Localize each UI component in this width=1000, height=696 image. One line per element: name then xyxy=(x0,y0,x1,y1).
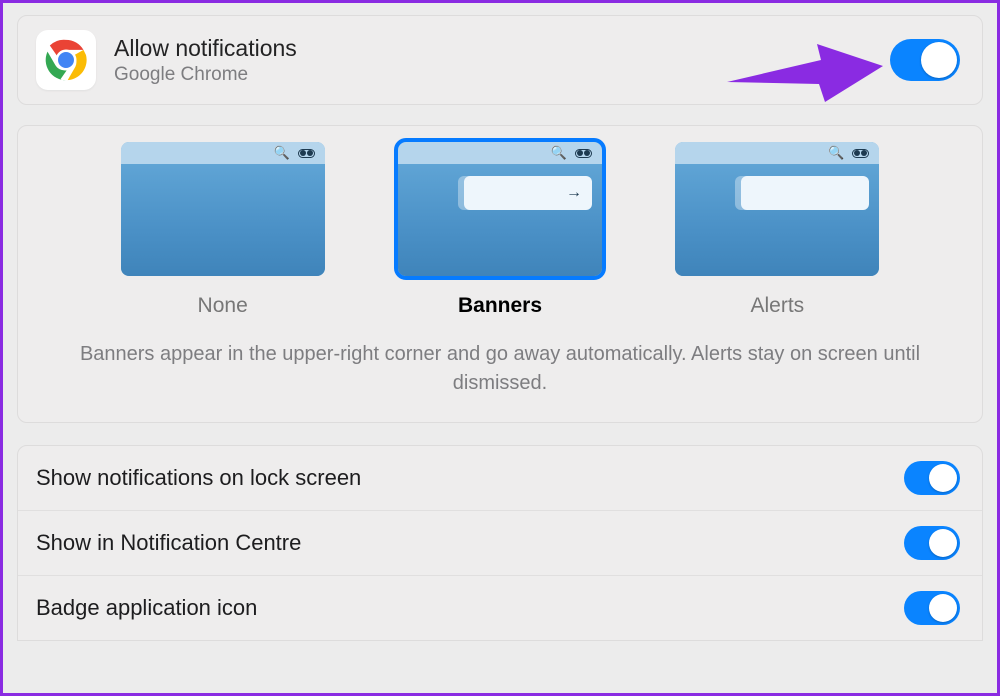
allow-notifications-card: Allow notifications Google Chrome xyxy=(17,15,983,105)
banner-preview xyxy=(741,176,869,210)
search-icon: 🔍 xyxy=(828,145,844,161)
alert-style-label: None xyxy=(198,294,248,318)
alert-style-option-none[interactable]: 🔍 None xyxy=(121,142,325,318)
allow-notifications-toggle[interactable] xyxy=(890,39,960,81)
allow-notifications-text: Allow notifications Google Chrome xyxy=(114,35,297,86)
setting-label: Badge application icon xyxy=(36,595,257,621)
setting-toggle[interactable] xyxy=(904,526,960,560)
alert-style-option-alerts[interactable]: 🔍 Alerts xyxy=(675,142,879,318)
app-name: Google Chrome xyxy=(114,64,297,86)
setting-toggle[interactable] xyxy=(904,461,960,495)
search-icon: 🔍 xyxy=(273,145,289,161)
chrome-icon xyxy=(36,30,96,90)
setting-row: Show in Notification Centre xyxy=(18,511,982,576)
alert-style-thumb[interactable]: 🔍 xyxy=(675,142,879,276)
control-centre-icon xyxy=(852,149,869,158)
alert-style-thumb[interactable]: 🔍 xyxy=(121,142,325,276)
setting-label: Show notifications on lock screen xyxy=(36,465,361,491)
setting-row: Badge application icon xyxy=(18,576,982,640)
allow-notifications-title: Allow notifications xyxy=(114,35,297,62)
control-centre-icon xyxy=(575,149,592,158)
setting-label: Show in Notification Centre xyxy=(36,530,301,556)
banner-preview: → xyxy=(464,176,592,210)
alert-style-label: Alerts xyxy=(750,294,804,318)
control-centre-icon xyxy=(298,149,315,158)
setting-toggle[interactable] xyxy=(904,591,960,625)
arrow-right-icon: → xyxy=(566,184,582,202)
alert-style-description: Banners appear in the upper-right corner… xyxy=(46,340,954,398)
annotation-arrow-icon xyxy=(717,10,887,120)
alert-style-panel: 🔍None🔍→Banners🔍Alerts Banners appear in … xyxy=(17,125,983,423)
notification-settings-list: Show notifications on lock screen Show in… xyxy=(17,445,983,641)
alert-style-label: Banners xyxy=(458,294,542,318)
search-icon: 🔍 xyxy=(551,145,567,161)
alert-style-thumb[interactable]: 🔍→ xyxy=(398,142,602,276)
alert-style-option-banners[interactable]: 🔍→Banners xyxy=(398,142,602,318)
setting-row: Show notifications on lock screen xyxy=(18,446,982,511)
